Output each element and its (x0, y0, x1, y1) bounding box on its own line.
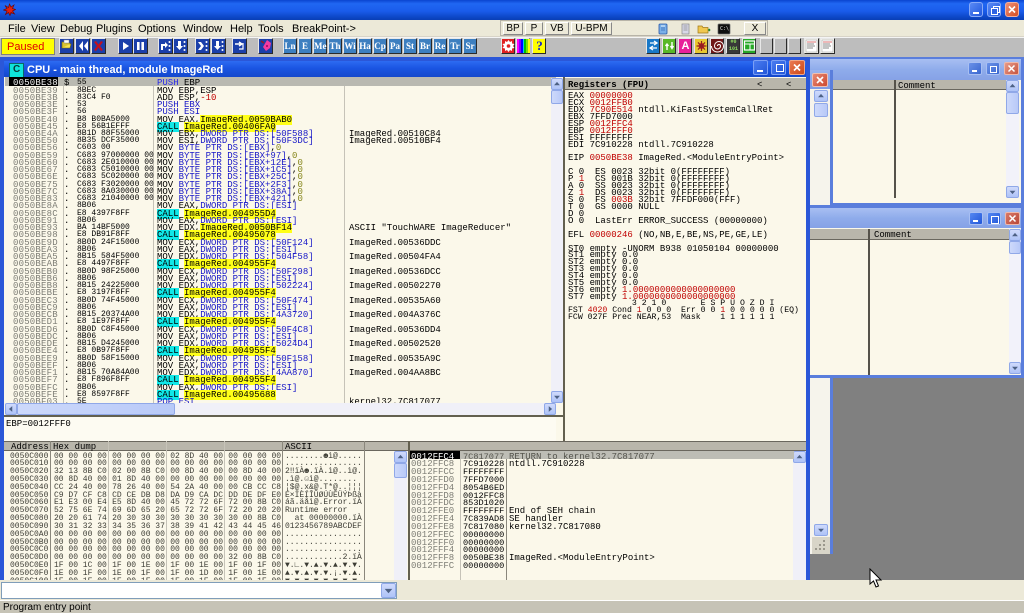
svg-text:C:\: C:\ (720, 26, 729, 32)
